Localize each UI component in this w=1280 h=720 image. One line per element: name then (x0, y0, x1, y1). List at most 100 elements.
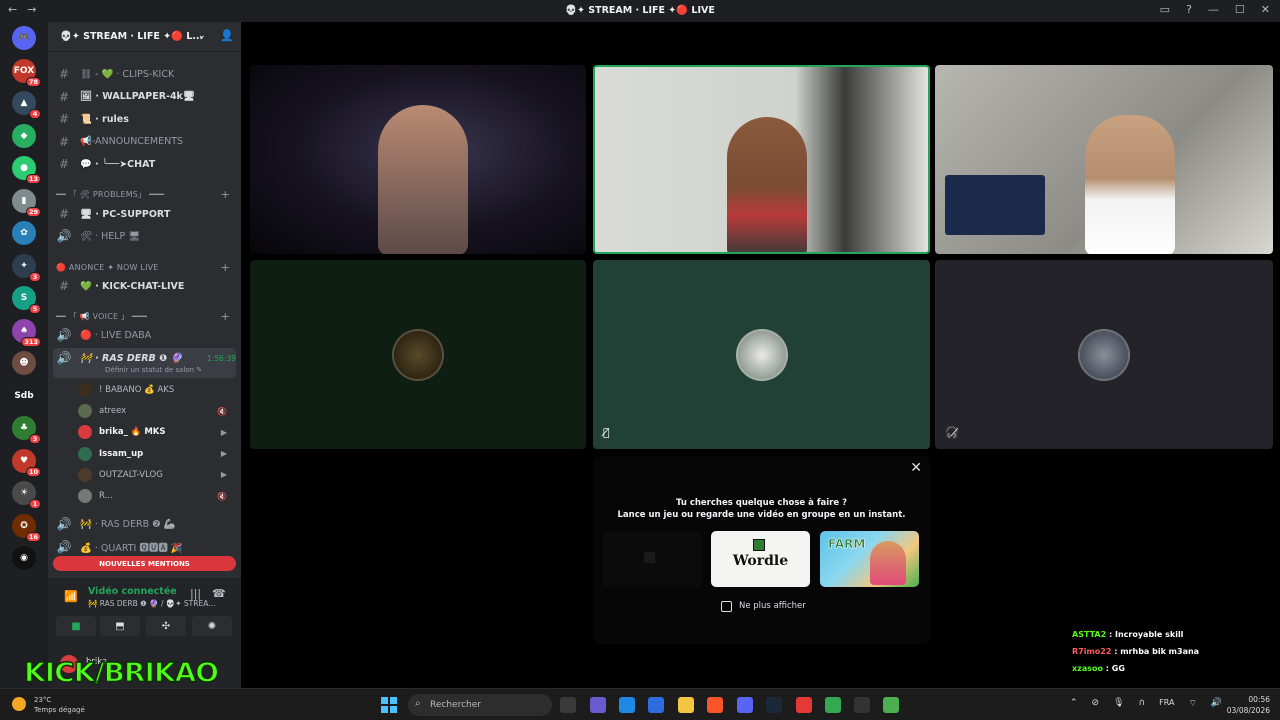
headset-icon[interactable]: ∩ (1139, 698, 1146, 709)
voice-member[interactable]: Issam_up ▶ (78, 445, 233, 463)
add-user-icon[interactable]: 👤 (220, 29, 234, 42)
channel-item[interactable]: 🔊 🛠 · HELP 🖥 (56, 226, 236, 246)
channel-item[interactable]: # 📢-ANNOUNCEMENTS (56, 132, 236, 152)
channel-item[interactable]: 🔊 🚧 · RAS DERB ❷ 🦾 (56, 514, 236, 534)
channel-item[interactable]: 🔊 💰 · QUARTI 🆀🆄🅰 🎉 (56, 537, 236, 557)
video-tile-streamer[interactable] (250, 65, 586, 254)
chevron-up-icon[interactable]: ⌃ (1070, 698, 1078, 709)
server-icon[interactable]: ☻ (12, 351, 36, 375)
help-icon[interactable]: ? (1186, 3, 1192, 16)
soundboard-button[interactable]: ✺ (192, 616, 232, 636)
start-button[interactable] (381, 697, 397, 713)
voice-member[interactable]: brika_ 🔥 MKS ▶ (78, 423, 233, 441)
unread-badge: 3 (29, 434, 41, 444)
activity-card-farm[interactable]: FARM (820, 531, 919, 587)
plus-icon[interactable]: + (221, 188, 230, 201)
unread-badge: 10 (25, 466, 41, 477)
store-icon[interactable] (648, 697, 664, 713)
mic-icon[interactable]: 🎙 (1113, 698, 1124, 709)
volume-icon[interactable]: 🔊 (1211, 698, 1222, 709)
server-icon[interactable]: ▮ 29 (12, 188, 41, 217)
category-header[interactable]: 🔴 ANONCE ✦ NOW LIVE + (56, 259, 236, 275)
activities-button[interactable]: ✣ (146, 616, 186, 636)
chat-text: mrhba bik m3ana (1120, 647, 1200, 656)
server-icon[interactable]: FOX 78 (12, 58, 41, 87)
category-header[interactable]: ━━ 「 📢 VOICE 」 ━━━ + (56, 308, 236, 324)
explorer-icon[interactable] (678, 697, 694, 713)
brave-icon[interactable] (707, 697, 723, 713)
video-tile-speaking[interactable] (593, 65, 930, 254)
server-icon[interactable]: 🎮 (12, 26, 36, 50)
voice-channel-path[interactable]: 🚧 RAS DERB ❶ 🔮 / 💀✦ STREA... (88, 599, 215, 608)
channel-item[interactable]: # 📜 · rules (56, 109, 236, 129)
new-mentions-button[interactable]: NOUVELLES MENTIONS (53, 556, 236, 571)
plus-icon[interactable]: + (221, 310, 230, 323)
close-icon[interactable]: ✕ (1261, 3, 1270, 16)
video-icon: ▶ (220, 427, 227, 437)
discord-icon[interactable] (737, 697, 753, 713)
edge-icon[interactable] (619, 697, 635, 713)
plus-icon[interactable]: + (221, 261, 230, 274)
video-tile-user6[interactable]: 🎧̸ (935, 260, 1273, 449)
activity-card-placeholder[interactable]: ▩ (603, 531, 702, 587)
server-icon[interactable]: S5 (12, 286, 41, 314)
activity-prompt: Tu cherches quelque chose à faire ? (675, 498, 848, 508)
chrome-icon[interactable] (825, 697, 841, 713)
channel-item[interactable]: 🔊 🔴 · LIVE DABA (56, 325, 236, 345)
weather-icon[interactable] (12, 697, 26, 711)
server-icon[interactable]: ♥ 10 (12, 448, 41, 477)
server-icon[interactable]: ✪ 16 (12, 513, 41, 542)
activity-card-wordle[interactable]: Wordle (711, 531, 810, 587)
minimize-icon[interactable]: — (1208, 3, 1219, 16)
server-icon[interactable]: ♠ 313 (12, 318, 41, 347)
chevron-down-icon[interactable]: ⌄ (198, 31, 206, 41)
server-icon[interactable]: ● 13 (12, 156, 41, 184)
terminal-icon[interactable] (883, 697, 899, 713)
server-icon[interactable]: ◉ (12, 546, 36, 570)
voice-member[interactable]: OUTZALT-VLOG ▶ (78, 466, 233, 484)
server-icon[interactable]: ◆ (12, 123, 36, 148)
category-header[interactable]: ━━ 「 🛠 PROBLEMS」 ━━━ + (56, 186, 236, 202)
active-voice-channel-name[interactable]: 🔊 🚧 · RAS DERB ❶ 🔮 1:56:39 (56, 348, 236, 368)
task-view-icon[interactable] (560, 697, 576, 713)
copilot-icon[interactable] (590, 697, 606, 713)
server-icon[interactable]: ☀ 1 (12, 481, 41, 509)
server-icon[interactable]: ✦ 3 (12, 253, 41, 282)
language-indicator[interactable]: FRA (1159, 698, 1174, 709)
video-tile-babano[interactable] (250, 260, 586, 449)
channel-name: 💬 · ╰──➤CHAT (80, 158, 156, 170)
channel-status[interactable]: Définir un statut de salon ✎ (105, 366, 202, 374)
channel-item[interactable]: # 💬 · ╰──➤CHAT (56, 154, 236, 174)
channel-item[interactable]: # 🖥 · PC-SUPPORT (56, 204, 236, 224)
server-icon[interactable]: ▲ 4 (12, 91, 41, 119)
wifi-icon[interactable]: ⌔ (1188, 698, 1196, 709)
channel-item[interactable]: # ⛓ - 💚 · CLIPS-KICK (56, 64, 236, 84)
clock[interactable]: 00:56 03/08/2026 (1227, 694, 1270, 716)
server-icon[interactable]: ✿ (12, 221, 36, 245)
camera-button[interactable]: ■ (56, 616, 96, 636)
channel-item[interactable]: # 🖼 · WALLPAPER-4k🖥 (56, 87, 236, 107)
taskbar-search[interactable]: ⌕ Rechercher (408, 694, 552, 716)
voice-member[interactable]: ! BABANO 💰 AKS (78, 381, 233, 399)
close-icon[interactable]: ✕ (910, 460, 922, 476)
dont-show-checkbox[interactable] (721, 601, 732, 612)
server-header[interactable]: 💀✦ STREAM · LIFE ✦🔴 L... ⌄ 👤 (48, 22, 241, 52)
channel-item[interactable]: # 💚 · KICK-CHAT-LIVE (56, 276, 236, 296)
screen-share-button[interactable]: ⬒ (100, 616, 140, 636)
voice-member[interactable]: atreex 🔇 (78, 402, 233, 420)
server-icon[interactable]: Sdb (12, 383, 36, 408)
noise-suppression-icon[interactable]: ||| (190, 587, 201, 600)
video-stage: 🎙̸ 🎧̸ ✕ Tu cherches quelque chose à fair… (241, 22, 1280, 688)
voice-member[interactable]: R... 🔇 (78, 487, 233, 505)
disconnect-icon[interactable]: ☎ (212, 587, 226, 600)
maximize-icon[interactable]: ☐ (1235, 3, 1245, 16)
ea-icon[interactable] (796, 697, 812, 713)
network-icon[interactable]: ⊘ (1092, 698, 1100, 709)
video-tile-user5[interactable]: 🎙̸ (593, 260, 930, 449)
server-icon[interactable]: ♣ 3 (12, 416, 41, 444)
obs-icon[interactable] (854, 697, 870, 713)
weather-widget[interactable]: 23°C Temps dégagé (34, 695, 85, 715)
video-tile-user3[interactable] (935, 65, 1273, 254)
inbox-icon[interactable]: ▭ (1160, 3, 1170, 16)
steam-icon[interactable] (766, 697, 782, 713)
